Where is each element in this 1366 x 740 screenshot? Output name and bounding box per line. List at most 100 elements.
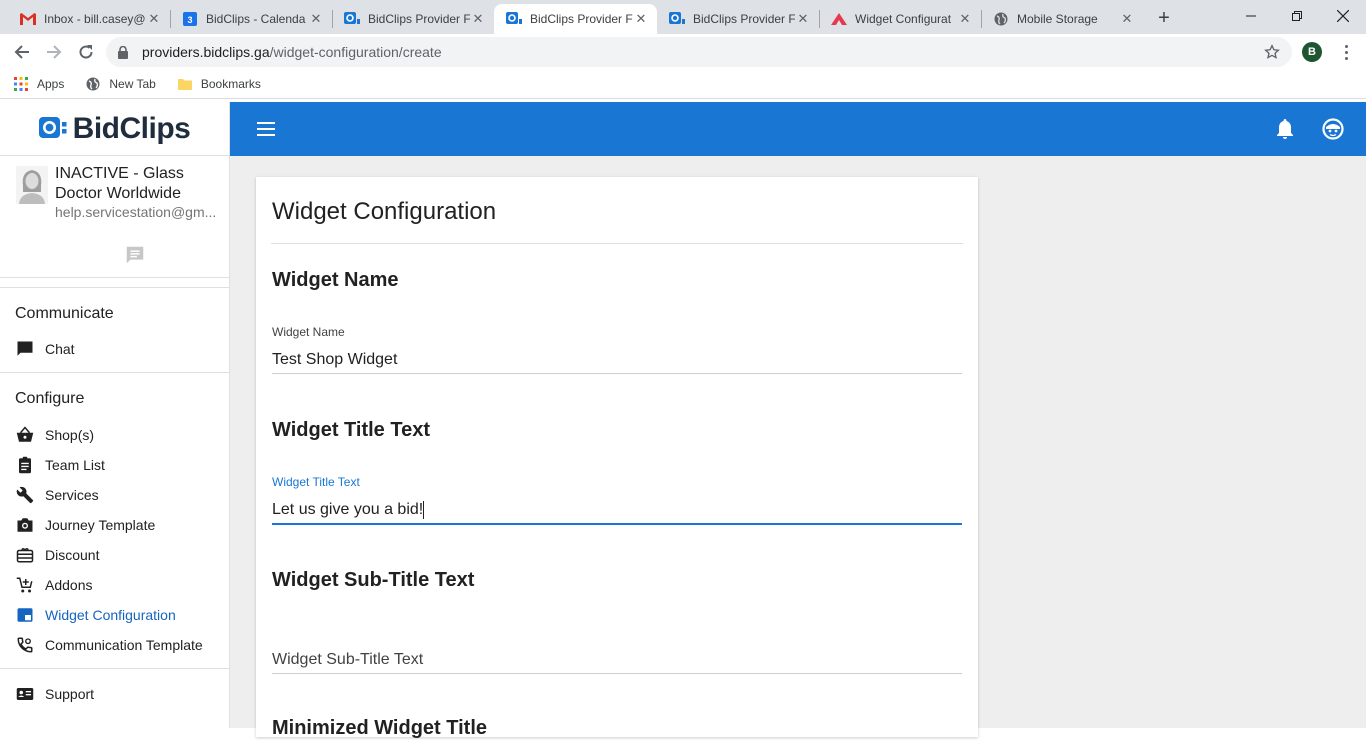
- widget-configuration-card: Widget Configuration Widget Name Widget …: [256, 177, 978, 739]
- camera-icon: [16, 516, 34, 534]
- sidebar-item-team-list[interactable]: Team List: [0, 450, 229, 480]
- widget-title-field: Widget Title Text Let us give you a bid!: [272, 475, 962, 525]
- widget-title-input[interactable]: Let us give you a bid!: [272, 499, 962, 521]
- section-heading-widget-name: Widget Name: [272, 269, 399, 291]
- section-title: Communicate: [15, 305, 114, 322]
- sidebar-item-shops[interactable]: Shop(s): [0, 420, 229, 450]
- tab-title: BidClips Provider F: [368, 12, 470, 26]
- bookmark-label: Apps: [37, 77, 65, 91]
- sidebar-item-label: Team List: [45, 457, 105, 473]
- tab-title: BidClips Provider F: [693, 12, 795, 26]
- app-logo[interactable]: BidClips: [0, 102, 229, 156]
- app-icon: [831, 11, 847, 27]
- browser-tab-provider-3[interactable]: BidClips Provider F ✕: [657, 4, 819, 34]
- app-root: BidClips INACTIVE - Glass Doctor Worldwi…: [0, 102, 1366, 739]
- browser-tab-mobile-storage[interactable]: Mobile Storage ✕: [981, 4, 1143, 34]
- section-heading-widget-subtitle: Widget Sub-Title Text: [272, 569, 475, 591]
- gift-card-icon: [16, 546, 34, 564]
- forward-button[interactable]: [40, 38, 68, 66]
- minimize-window-button[interactable]: [1228, 0, 1274, 32]
- close-tab-icon[interactable]: ✕: [308, 11, 324, 27]
- bookmarks-bar: Apps New Tab Bookmarks: [0, 70, 1366, 98]
- close-tab-icon[interactable]: ✕: [633, 11, 649, 27]
- chat-icon: [16, 340, 34, 358]
- bookmark-apps[interactable]: Apps: [14, 77, 64, 91]
- field-label: Widget Title Text: [272, 475, 360, 489]
- comment-icon[interactable]: [124, 244, 146, 271]
- bidclips-icon: [669, 11, 685, 27]
- gmail-icon: [20, 11, 36, 27]
- bookmark-folder[interactable]: Bookmarks: [177, 77, 261, 91]
- field-underline: [272, 673, 962, 674]
- browser-tab-widget-config[interactable]: Widget Configurat ✕: [819, 4, 981, 34]
- avatar: [16, 166, 48, 204]
- widget-subtitle-input[interactable]: [272, 649, 962, 671]
- close-tab-icon[interactable]: ✕: [1119, 11, 1135, 27]
- close-tab-icon[interactable]: ✕: [795, 11, 811, 27]
- sidebar-item-addons[interactable]: Addons: [0, 570, 229, 600]
- field-label: Widget Name: [272, 325, 345, 339]
- close-tab-icon[interactable]: ✕: [470, 11, 486, 27]
- browser-profile-avatar[interactable]: B: [1302, 42, 1322, 62]
- browser-menu-icon[interactable]: [1336, 42, 1356, 62]
- clipboard-icon: [16, 456, 34, 474]
- url-host: providers.bidclips.ga: [142, 44, 270, 60]
- sidebar-item-label: Chat: [45, 341, 75, 357]
- hamburger-menu-icon[interactable]: [254, 117, 278, 141]
- sidebar-item-journey-template[interactable]: Journey Template: [0, 510, 229, 540]
- page-title: Widget Configuration: [272, 198, 497, 225]
- sidebar-section-support: Support: [0, 669, 229, 717]
- bookmark-star-icon[interactable]: [1264, 44, 1280, 65]
- tab-title: BidClips - Calenda: [206, 12, 306, 26]
- widget-title-value: Let us give you a bid!: [272, 501, 424, 518]
- bidclips-logo-icon: [38, 116, 67, 141]
- text-caret: [423, 501, 425, 519]
- sidebar-item-support[interactable]: Support: [0, 679, 229, 709]
- app-header: [230, 102, 1366, 156]
- sidebar-item-widget-configuration[interactable]: Widget Configuration: [0, 600, 229, 630]
- sidebar-section-configure: Configure Shop(s) Team List Services Jou…: [0, 373, 229, 669]
- tab-title: BidClips Provider F: [530, 12, 633, 26]
- field-label: [272, 625, 962, 641]
- url-path: /widget-configuration/create: [269, 44, 442, 60]
- close-tab-icon[interactable]: ✕: [957, 11, 973, 27]
- section-heading-minimized-title: Minimized Widget Title: [272, 717, 488, 739]
- sidebar: BidClips INACTIVE - Glass Doctor Worldwi…: [0, 102, 230, 728]
- browser-tab-provider-active[interactable]: BidClips Provider F ✕: [494, 4, 657, 34]
- tab-title: Mobile Storage: [1017, 12, 1098, 26]
- sidebar-item-services[interactable]: Services: [0, 480, 229, 510]
- widget-icon: [16, 606, 34, 624]
- sidebar-item-label: Journey Template: [45, 517, 156, 533]
- basket-icon: [16, 426, 34, 444]
- browser-tab-inbox[interactable]: Inbox - bill.casey@ ✕: [8, 4, 170, 34]
- calendar-icon: 3: [182, 11, 198, 27]
- widget-name-input[interactable]: [272, 349, 962, 371]
- svg-text:3: 3: [187, 15, 192, 25]
- browser-tab-provider-1[interactable]: BidClips Provider F ✕: [332, 4, 494, 34]
- sidebar-item-discount[interactable]: Discount: [0, 540, 229, 570]
- notification-bell-icon[interactable]: [1275, 118, 1295, 145]
- reload-button[interactable]: [72, 38, 100, 66]
- widget-name-field: Widget Name: [272, 325, 962, 374]
- widget-subtitle-field: [272, 625, 962, 674]
- sidebar-item-chat[interactable]: Chat: [0, 334, 229, 364]
- account-icon[interactable]: [1322, 118, 1344, 145]
- globe-icon: [993, 11, 1009, 27]
- section-title: Configure: [15, 390, 85, 407]
- address-bar[interactable]: providers.bidclips.ga/widget-configurati…: [106, 37, 1292, 67]
- phone-settings-icon: [16, 636, 34, 654]
- new-tab-button[interactable]: +: [1152, 6, 1176, 30]
- field-underline: [272, 523, 962, 525]
- restore-window-button[interactable]: [1274, 0, 1320, 32]
- lock-icon: [118, 45, 132, 59]
- close-tab-icon[interactable]: ✕: [146, 11, 162, 27]
- divider: [271, 243, 963, 244]
- section-heading-widget-title: Widget Title Text: [272, 419, 430, 441]
- bookmark-new-tab[interactable]: New Tab: [86, 77, 156, 91]
- globe-icon: [86, 77, 100, 91]
- back-button[interactable]: [8, 38, 36, 66]
- sidebar-item-communication-template[interactable]: Communication Template: [0, 630, 229, 660]
- browser-tab-calendar[interactable]: 3 BidClips - Calenda ✕: [170, 4, 332, 34]
- sidebar-item-label: Widget Configuration: [45, 607, 176, 623]
- close-window-button[interactable]: [1320, 0, 1366, 32]
